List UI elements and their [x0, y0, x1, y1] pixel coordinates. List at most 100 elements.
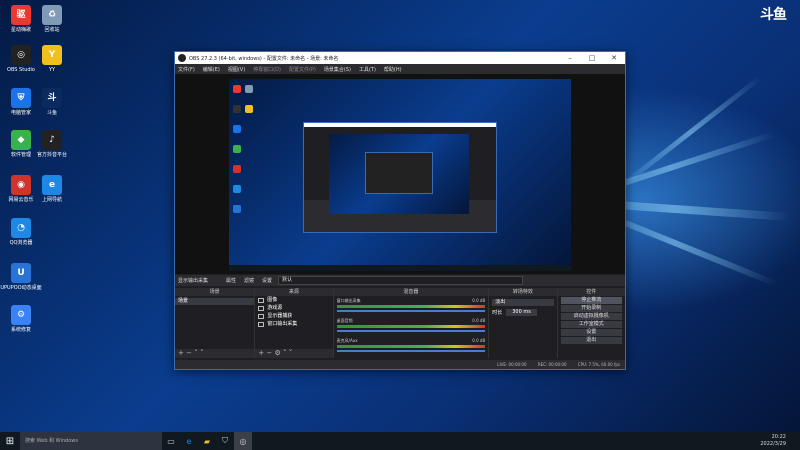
- search-input[interactable]: 搜索 Web 和 Windows: [20, 432, 162, 450]
- live-status: LIVE: 00:00:00: [497, 362, 527, 367]
- menu-help[interactable]: 帮助(H): [384, 66, 402, 73]
- source-item[interactable]: 图像: [255, 296, 332, 304]
- gear-icon[interactable]: ⚙: [275, 349, 281, 357]
- desktop-icon[interactable]: 斗斗鱼: [30, 88, 74, 116]
- folder-icon[interactable]: ▰: [198, 432, 216, 450]
- netease-music-icon: ◉: [11, 175, 31, 195]
- scene-item[interactable]: 场景: [175, 298, 255, 305]
- task-view-icon[interactable]: ▭: [162, 432, 180, 450]
- move-down-icon[interactable]: ˅: [289, 349, 293, 357]
- volume-meter: [336, 325, 486, 328]
- volume-slider[interactable]: [336, 310, 486, 312]
- obs-menubar: 文件(F) 编辑(E) 视图(V) 停靠窗口(D) 配置文件(P) 场景集合(S…: [175, 64, 625, 74]
- remove-icon[interactable]: −: [266, 349, 272, 357]
- obs-titlebar[interactable]: OBS 27.2.3 (64-bit, windows) - 配置文件: 未命名…: [175, 52, 625, 64]
- exit-button[interactable]: 退出: [560, 337, 622, 344]
- obs-icon: ◎: [11, 45, 31, 65]
- desktop: 斗鱼 驱星动嗨歌 ♻ 回收站 ◎ OBS Studio Y YY ⛨ 电脑管家斗斗鱼 ◆ 软件管理 ♪…: [0, 0, 800, 432]
- menu-profile[interactable]: 配置文件(P): [289, 66, 316, 73]
- obs-preview[interactable]: [175, 74, 625, 274]
- volume-slider[interactable]: [336, 350, 486, 352]
- channel-name: 窗口输出采集: [336, 298, 361, 303]
- clock-date: 2022/3/29: [760, 441, 786, 447]
- remove-icon[interactable]: −: [186, 349, 192, 357]
- desktop-icon[interactable]: ♪ 官方抖音平台: [30, 130, 74, 158]
- douyu-icon: 斗: [42, 88, 62, 108]
- desktop-icon-label: 斗鱼: [46, 110, 57, 116]
- store-icon[interactable]: ⛉: [216, 432, 234, 450]
- add-icon[interactable]: +: [178, 349, 184, 357]
- maximize-icon[interactable]: □: [581, 54, 603, 62]
- preview-desktop-icon: [233, 125, 241, 133]
- channel-db: 0.0 dB: [472, 318, 486, 323]
- volume-slider[interactable]: [336, 330, 486, 332]
- transitions-header: 转场特效: [489, 288, 557, 296]
- obs-docks: 场景 场景 + − ˄ ˅ 来源 图像 游戏源 显示器捕获 窗口输出采集 + −: [175, 288, 625, 358]
- desktop-icon[interactable]: e 上网导航: [30, 175, 74, 203]
- add-icon[interactable]: +: [258, 349, 264, 357]
- desktop-icon[interactable]: ⚙ 系统修复: [0, 305, 43, 333]
- desktop-icon[interactable]: ♻ 回收站: [30, 5, 74, 33]
- start-recording-button[interactable]: 开始录制: [560, 305, 622, 312]
- desktop-icon-label: 官方抖音平台: [36, 152, 67, 158]
- menu-tools[interactable]: 工具(T): [359, 66, 376, 73]
- menu-edit[interactable]: 编辑(E): [203, 66, 220, 73]
- upupoo-icon: U: [11, 263, 31, 283]
- duration-input[interactable]: 300 ms: [506, 309, 537, 316]
- volume-meter: [336, 345, 486, 348]
- stop-streaming-button[interactable]: 停止推流: [560, 297, 622, 304]
- qq-browser-icon: ◔: [11, 218, 31, 238]
- properties-button[interactable]: 属性: [226, 277, 236, 284]
- ie-icon: e: [42, 175, 62, 195]
- preview-taskbar: [229, 265, 571, 271]
- obs-logo-icon: [178, 54, 186, 62]
- sources-header: 来源: [255, 288, 333, 296]
- duration-label: 时长: [492, 310, 503, 316]
- obs-taskbar-icon[interactable]: ◎: [234, 432, 252, 450]
- douyu-watermark: 斗鱼: [760, 7, 787, 23]
- controls-dock: 控件 停止推流 开始录制 启动虚拟摄像机 工作室模式 设置 退出: [557, 288, 625, 358]
- close-icon[interactable]: ✕: [603, 54, 625, 62]
- scenes-toolbar: + − ˄ ˅: [175, 349, 255, 358]
- scenes-header: 场景: [175, 288, 255, 296]
- preview-nested-obs-inner: [365, 152, 433, 194]
- source-item[interactable]: 窗口输出采集: [255, 320, 332, 328]
- mode-select[interactable]: 默认: [278, 276, 524, 285]
- filters-button[interactable]: 滤镜: [244, 277, 254, 284]
- move-up-icon[interactable]: ˄: [194, 349, 198, 357]
- windows-start-icon[interactable]: ⊞: [0, 432, 20, 450]
- menu-scene-collection[interactable]: 场景集合(S): [324, 66, 351, 73]
- duration-row: 时长 300 ms: [492, 309, 553, 316]
- menu-docks[interactable]: 停靠窗口(D): [253, 66, 281, 73]
- edge-icon[interactable]: e: [180, 432, 198, 450]
- menu-view[interactable]: 视图(V): [228, 66, 245, 73]
- minimize-icon[interactable]: –: [559, 54, 581, 62]
- desktop-icon[interactable]: Y YY: [30, 45, 74, 73]
- transitions-dock: 转场特效 淡出 时长 300 ms: [489, 288, 558, 358]
- desktop-icon[interactable]: U UPUPOO动态桌面: [0, 263, 43, 291]
- wallpaper-beam: [617, 75, 763, 190]
- move-down-icon[interactable]: ˅: [200, 349, 204, 357]
- desktop-icon-label: QQ浏览器: [9, 240, 33, 246]
- transition-select[interactable]: 淡出: [492, 299, 554, 306]
- studio-mode-button[interactable]: 工作室模式: [560, 321, 622, 328]
- obs-window[interactable]: OBS 27.2.3 (64-bit, windows) - 配置文件: 未命名…: [174, 51, 626, 370]
- menu-file[interactable]: 文件(F): [178, 66, 195, 73]
- recycle-bin-icon: ♻: [42, 5, 62, 25]
- mixer-dock: 混音器 窗口输出采集 0.0 dB 桌面音频 0.0 dB 麦克风/Aux 0.…: [333, 288, 490, 358]
- clock[interactable]: 20:22 2022/3/29: [760, 432, 786, 448]
- mixer-channel: 麦克风/Aux 0.0 dB: [334, 336, 489, 356]
- virtual-camera-button[interactable]: 启动虚拟摄像机: [560, 313, 622, 320]
- cpu-status: CPU: 7.5%, 60.00 fps: [577, 362, 620, 367]
- source-name: 显示输出采集: [178, 278, 209, 284]
- preview-desktop-icon: [233, 105, 241, 113]
- preview-desktop-icon: [245, 85, 253, 93]
- move-up-icon[interactable]: ˄: [283, 349, 287, 357]
- preview-desktop-icon: [233, 165, 241, 173]
- mixer-header: 混音器: [333, 288, 489, 296]
- source-item[interactable]: 显示器捕获: [255, 312, 332, 320]
- source-item[interactable]: 游戏源: [255, 304, 332, 312]
- settings-button[interactable]: 设置: [560, 329, 622, 336]
- desktop-icon[interactable]: ◔ QQ浏览器: [0, 218, 43, 246]
- settings-button[interactable]: 设置: [262, 277, 272, 284]
